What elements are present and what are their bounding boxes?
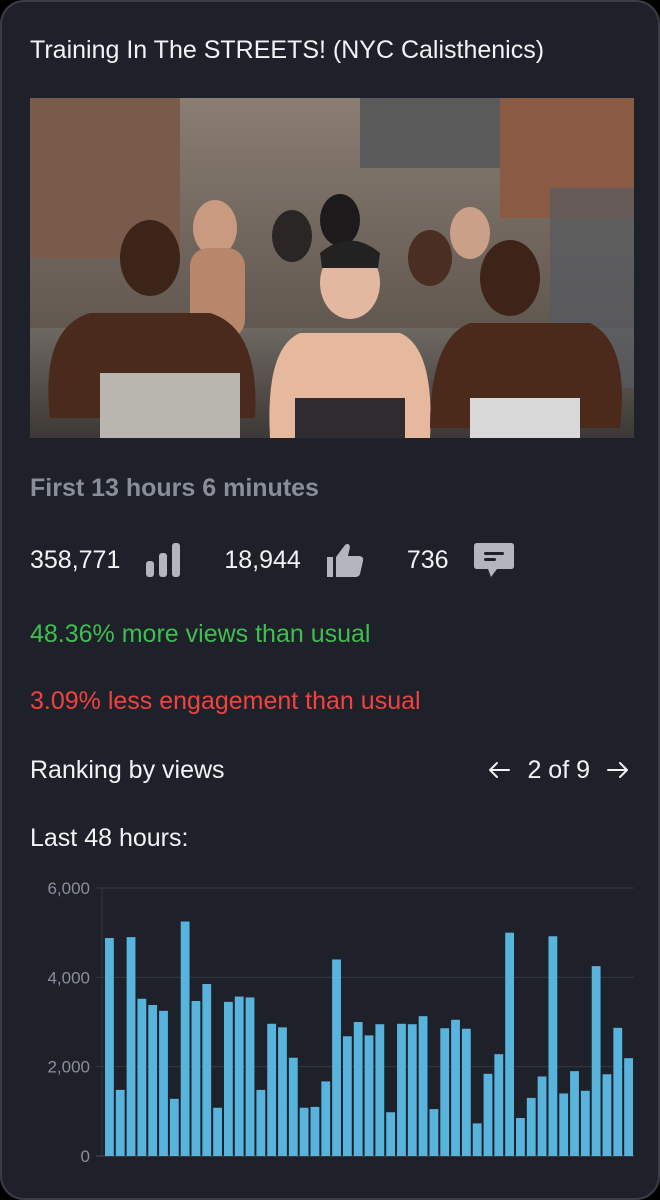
chart-bar[interactable] <box>223 1001 233 1156</box>
y-tick-label: 0 <box>81 1147 90 1166</box>
chart-bar[interactable] <box>191 1001 201 1156</box>
comments-count: 736 <box>406 545 449 574</box>
chart-bar[interactable] <box>580 1090 590 1156</box>
chart-bar[interactable] <box>245 997 255 1156</box>
chart-bar[interactable] <box>386 1112 396 1156</box>
ranking-pager: 2 of 9 <box>487 750 630 790</box>
engagement-comparison: 3.09% less engagement than usual <box>30 687 421 715</box>
bar-chart-icon <box>144 541 182 579</box>
chart-bar[interactable] <box>516 1118 525 1156</box>
chart-bar[interactable] <box>180 921 190 1157</box>
ranking-label: Ranking by views <box>30 756 225 784</box>
chart-bar[interactable] <box>353 1022 363 1156</box>
video-stats-card: Training In The STREETS! (NYC Calistheni… <box>0 0 660 1200</box>
arrow-right-icon[interactable] <box>606 760 630 780</box>
chart-bar[interactable] <box>202 984 212 1156</box>
chart-bar[interactable] <box>148 1005 158 1156</box>
chart-bar[interactable] <box>451 1019 460 1156</box>
chart-bar[interactable] <box>526 1097 536 1156</box>
y-tick-label: 4,000 <box>47 968 90 987</box>
chart-bar[interactable] <box>429 1109 439 1156</box>
chart-bar[interactable] <box>472 1123 482 1156</box>
time-period-label: First 13 hours 6 minutes <box>30 474 319 502</box>
chart-bar[interactable] <box>342 1036 352 1156</box>
chart-bar[interactable] <box>267 1023 277 1156</box>
chart-bar[interactable] <box>591 966 601 1156</box>
chart-bar[interactable] <box>418 1016 428 1156</box>
chart-bar[interactable] <box>137 998 147 1156</box>
chart-bar[interactable] <box>537 1076 547 1156</box>
chart-bar[interactable] <box>559 1093 569 1156</box>
views-count: 358,771 <box>30 545 121 574</box>
views-comparison: 48.36% more views than usual <box>30 620 371 648</box>
chart-bar[interactable] <box>256 1089 266 1156</box>
chart-bar[interactable] <box>494 1054 504 1156</box>
chart-bar[interactable] <box>483 1073 493 1156</box>
chart-bar[interactable] <box>505 932 515 1156</box>
thumbnail-image <box>30 98 634 438</box>
video-title[interactable]: Training In The STREETS! (NYC Calistheni… <box>30 36 544 65</box>
chart-bar[interactable] <box>288 1057 298 1156</box>
chart-bar[interactable] <box>602 1074 612 1156</box>
stats-row: 358,771 18,944 736 <box>30 540 515 580</box>
thumbs-up-icon <box>325 541 365 579</box>
chart-bar[interactable] <box>407 1024 417 1156</box>
chart-bar[interactable] <box>126 937 136 1156</box>
chart-bar[interactable] <box>169 1098 179 1156</box>
arrow-left-icon[interactable] <box>487 760 511 780</box>
views-bar-chart: 0 2,000 4,000 6,000 <box>47 879 634 1166</box>
comment-icon <box>473 541 515 579</box>
ranking-position: 2 of 9 <box>527 755 590 784</box>
chart-bar[interactable] <box>213 1107 222 1156</box>
chart-bar[interactable] <box>397 1023 406 1156</box>
chart-bar[interactable] <box>299 1107 309 1156</box>
chart-label: Last 48 hours: <box>30 824 189 852</box>
y-tick-label: 2,000 <box>47 1058 90 1077</box>
chart-bar[interactable] <box>332 959 341 1156</box>
chart-bar[interactable] <box>375 1024 385 1156</box>
chart-bar[interactable] <box>364 1035 374 1156</box>
chart-bar[interactable] <box>461 1028 471 1156</box>
chart-bar[interactable] <box>570 1071 579 1156</box>
chart-bar[interactable] <box>310 1106 320 1156</box>
video-thumbnail[interactable] <box>30 98 634 438</box>
chart-bar[interactable] <box>105 938 114 1156</box>
y-tick-label: 6,000 <box>47 879 90 898</box>
chart-bar[interactable] <box>278 1027 287 1156</box>
likes-count: 18,944 <box>224 545 301 574</box>
chart-bar[interactable] <box>115 1089 125 1156</box>
chart-bar[interactable] <box>613 1027 623 1156</box>
chart-bar[interactable] <box>548 936 558 1156</box>
chart-bar[interactable] <box>234 996 244 1156</box>
chart-bar[interactable] <box>321 1081 331 1156</box>
chart-bar[interactable] <box>159 1010 168 1156</box>
chart-bar[interactable] <box>624 1058 633 1156</box>
chart-bar[interactable] <box>440 1028 450 1156</box>
